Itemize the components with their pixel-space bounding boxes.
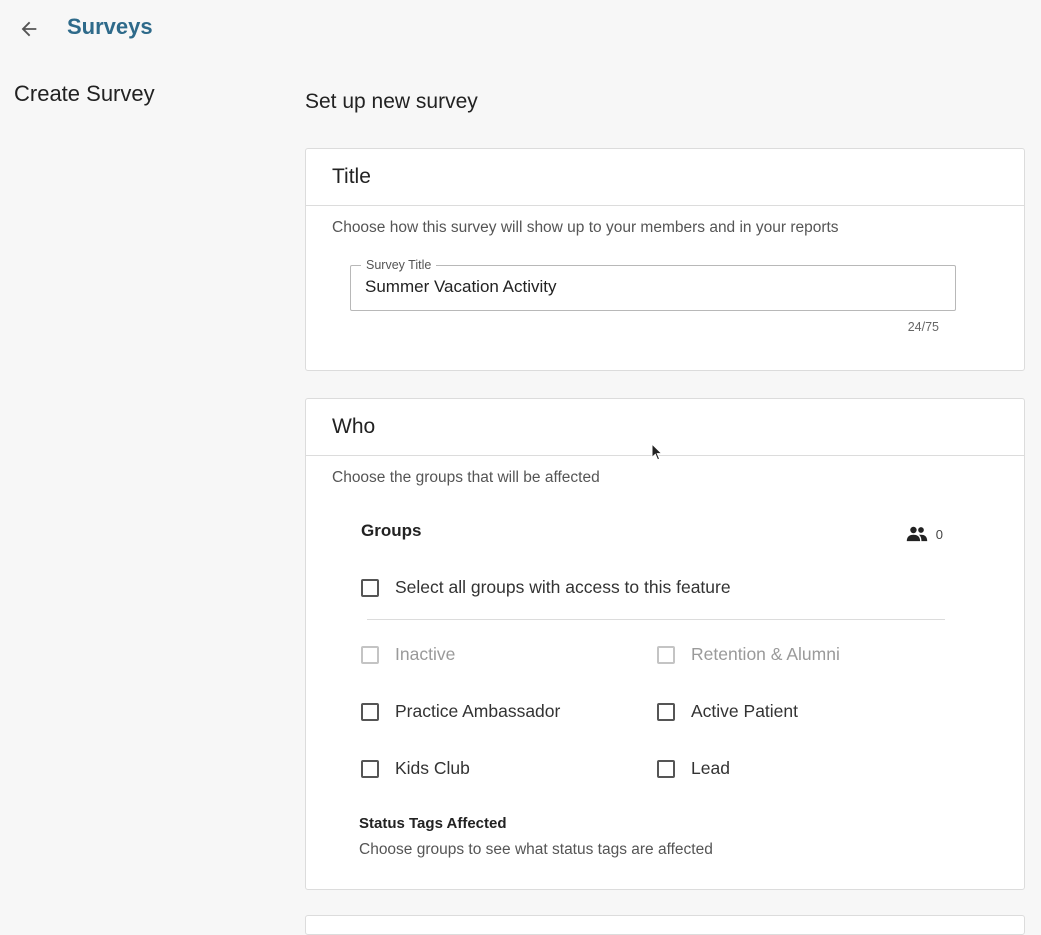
arrow-left-icon [21,21,37,37]
group-label: Kids Club [395,758,470,778]
back-button[interactable] [16,16,42,42]
sidebar-title: Create Survey [14,81,155,106]
top-bar: Surveys [0,0,1041,58]
select-all-groups-checkbox[interactable]: Select all groups with access to this fe… [361,577,731,598]
status-tags-description: Choose groups to see what status tags ar… [359,841,713,858]
survey-title-field[interactable]: Survey Title [350,258,956,311]
app-title[interactable]: Surveys [67,14,153,40]
groups-divider [367,619,945,620]
mouse-cursor-icon [651,443,663,461]
select-all-groups-label: Select all groups with access to this fe… [395,577,731,597]
checkbox-box[interactable] [361,759,379,778]
title-section-card: Title Choose how this survey will show u… [305,148,1025,371]
checkbox-box[interactable] [361,645,379,664]
group-checkbox-inactive[interactable]: Inactive [361,644,455,665]
survey-title-input[interactable] [365,277,935,297]
group-checkbox-lead[interactable]: Lead [657,758,730,779]
group-label: Inactive [395,644,456,664]
title-section-heading: Title [306,149,1024,206]
page-title: Set up new survey [305,90,478,113]
next-section-card [305,915,1025,935]
who-section-heading: Who [306,399,1024,456]
character-counter: 24/75 [907,320,939,334]
group-label: Retention & Alumni [691,644,840,664]
groups-count: 0 [906,526,943,542]
status-tags-title: Status Tags Affected [359,815,507,832]
checkbox-box[interactable] [657,702,675,721]
who-section-card: Who Choose the groups that will be affec… [305,398,1025,890]
survey-title-label: Survey Title [361,258,437,272]
group-label: Practice Ambassador [395,701,561,721]
group-checkbox-retention-alumni[interactable]: Retention & Alumni [657,644,840,665]
checkbox-box[interactable] [361,702,379,721]
title-section-description: Choose how this survey will show up to y… [332,219,839,236]
checkbox-box[interactable] [657,759,675,778]
groups-title: Groups [361,521,422,540]
checkbox-box[interactable] [657,645,675,664]
group-checkbox-active-patient[interactable]: Active Patient [657,701,798,722]
checkbox-box[interactable] [361,578,379,597]
group-label: Lead [691,758,730,778]
group-label: Active Patient [691,701,798,721]
who-section-description: Choose the groups that will be affected [332,469,600,486]
group-checkbox-kids-club[interactable]: Kids Club [361,758,470,779]
groups-count-value: 0 [935,526,943,542]
group-checkbox-practice-ambassador[interactable]: Practice Ambassador [361,701,560,722]
people-icon [906,526,927,542]
